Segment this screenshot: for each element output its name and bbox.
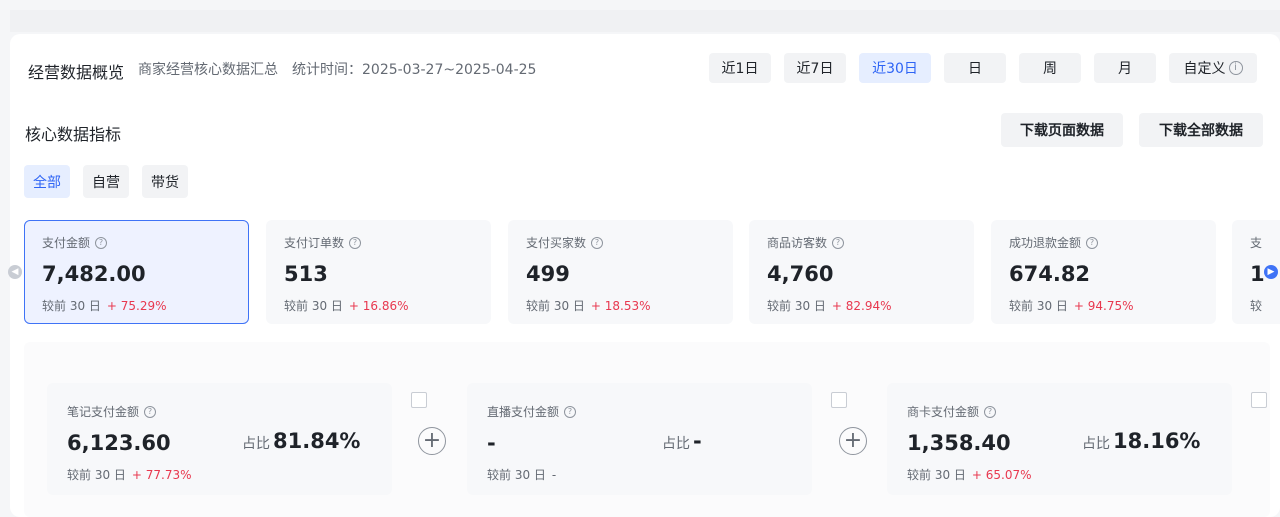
breakdown-change: + 65.07% [971,468,1032,482]
metric-change: + 18.53% [590,299,651,313]
breakdown-card-note[interactable]: 笔记支付金额? 6,123.60 较前 30 日 + 77.73% 占比 81.84… [47,383,427,495]
metric-card-orders[interactable]: 支付订单数? 513 较前 30 日 + 16.86% [266,220,491,324]
metric-card-visitors[interactable]: 商品访客数? 4,760 较前 30 日 + 82.94% [749,220,974,324]
metric-label: 支付金额 [42,236,91,250]
range-week-button[interactable]: 周 [1019,53,1081,83]
breakdown-share: 占比 18.16% [1082,429,1201,453]
help-icon[interactable]: ? [349,236,362,249]
metric-card-refund-amount[interactable]: 成功退款金额? 674.82 较前 30 日 + 94.75% [991,220,1216,324]
stat-time-range: 2025-03-27~2025-04-25 [362,62,537,78]
metric-label: 支 [1250,236,1263,250]
breakdown-checkbox[interactable] [831,392,847,408]
metric-value: 674.82 [1009,262,1091,286]
breakdown-card-product[interactable]: 商卡支付金额? 1,358.40 较前 30 日 + 65.07% 占比 18.16… [887,383,1267,495]
filter-all-tab[interactable]: 全部 [24,165,70,198]
range-7-day-button[interactable]: 近7日 [784,53,846,83]
metric-compare: 较前 30 日 [526,299,585,313]
stat-time-label: 统计时间： [292,62,362,78]
help-icon[interactable]: ? [832,236,845,249]
breakdown-compare: 较前 30 日 [67,468,126,482]
download-page-data-button[interactable]: 下载页面数据 [1001,113,1123,147]
filter-self-operated-tab[interactable]: 自营 [83,165,129,198]
metric-card-buyers[interactable]: 支付买家数? 499 较前 30 日 + 18.53% [508,220,733,324]
breakdown-label: 商卡支付金额 [907,405,980,419]
breakdown-checkbox[interactable] [1251,392,1267,408]
breakdown-compare: 较前 30 日 [907,468,966,482]
scroll-left-icon[interactable]: ◀ [8,265,22,279]
range-month-button[interactable]: 月 [1094,53,1156,83]
page-subtitle: 商家经营核心数据汇总 [138,62,278,78]
metric-change: + 82.94% [831,299,892,313]
metric-value: 7,482.00 [42,262,146,286]
metric-value: 499 [526,262,570,286]
help-icon[interactable]: ? [564,405,577,418]
metric-compare: 较 [1250,299,1263,313]
metric-compare: 较前 30 日 [42,299,101,313]
metric-change: + 94.75% [1073,299,1134,313]
breakdown-share: 占比 81.84% [242,429,361,453]
breakdown-change: + 77.73% [131,468,192,482]
metric-compare: 较前 30 日 [767,299,826,313]
page-title: 经营数据概览 [28,63,125,82]
metric-change: + 16.86% [348,299,409,313]
metric-value: 513 [284,262,328,286]
range-custom-button[interactable]: 自定义 i [1169,53,1257,83]
range-day-button[interactable]: 日 [944,53,1006,83]
breakdown-change: - [551,468,557,482]
filter-affiliate-tab[interactable]: 带货 [142,165,188,198]
metric-label: 成功退款金额 [1009,236,1082,250]
help-icon[interactable]: ? [1086,236,1099,249]
top-strip [10,10,1280,32]
help-icon[interactable]: ? [95,236,108,249]
help-icon[interactable]: ? [591,236,604,249]
breakdown-value: - [487,431,496,455]
stat-time: 统计时间：2025-03-27~2025-04-25 [292,59,536,79]
info-circle-icon: i [1228,61,1243,75]
plus-icon: + [418,427,446,455]
metric-label: 支付买家数 [526,236,587,250]
metric-card-payment-amount[interactable]: 支付金额? 7,482.00 较前 30 日 + 75.29% [24,220,249,324]
plus-icon: + [839,427,867,455]
breakdown-share: 占比 - [662,429,702,453]
metric-compare: 较前 30 日 [1009,299,1068,313]
download-all-data-button[interactable]: 下载全部数据 [1139,113,1263,147]
metric-label: 商品访客数 [767,236,828,250]
help-icon[interactable]: ? [984,405,997,418]
breakdown-card-live[interactable]: 直播支付金额? - 较前 30 日- 占比 - [467,383,847,495]
metric-value: 4,760 [767,262,834,286]
help-icon[interactable]: ? [144,405,157,418]
breakdown-checkbox[interactable] [411,392,427,408]
breakdown-label: 直播支付金额 [487,405,560,419]
breakdown-compare: 较前 30 日 [487,468,546,482]
metric-change: + 75.29% [106,299,167,313]
scroll-right-icon[interactable]: ▶ [1264,265,1278,279]
section-title: 核心数据指标 [25,125,122,144]
breakdown-label: 笔记支付金额 [67,405,140,419]
metric-compare: 较前 30 日 [284,299,343,313]
metric-label: 支付订单数 [284,236,345,250]
range-30-day-button[interactable]: 近30日 [859,53,931,83]
range-1-day-button[interactable]: 近1日 [709,53,771,83]
